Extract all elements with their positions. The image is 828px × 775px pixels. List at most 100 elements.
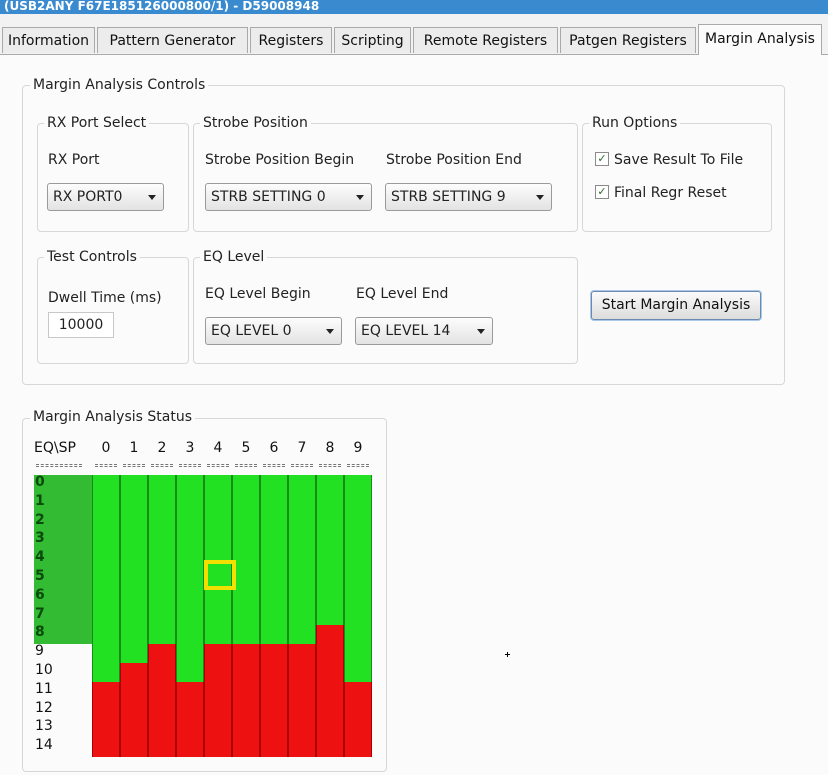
strobe-position-title: Strobe Position: [200, 115, 311, 131]
header-underline: [347, 464, 369, 467]
fail-region[interactable]: [92, 681, 120, 757]
header-underline: [36, 464, 82, 467]
fail-region[interactable]: [176, 681, 204, 757]
sp-column-header: 2: [157, 440, 167, 456]
tab-margin-analysis[interactable]: Margin Analysis: [698, 24, 822, 55]
tab-registers[interactable]: Registers: [250, 27, 332, 53]
controls-group-title: Margin Analysis Controls: [30, 77, 209, 93]
eq-row-label: 2: [35, 511, 45, 528]
rx-port-select-group: [37, 123, 189, 232]
pass-region[interactable]: [288, 475, 316, 645]
pass-region[interactable]: [92, 475, 120, 682]
final-regr-reset-checkbox[interactable]: ✓: [595, 185, 609, 199]
eq-row-label: 3: [35, 530, 45, 547]
run-options-group: [582, 123, 772, 232]
eq-row-label: 9: [35, 643, 44, 660]
tab-patgen-registers[interactable]: Patgen Registers: [560, 27, 696, 53]
rx-port-value: RX PORT0: [53, 189, 123, 205]
eq-row-label: 0: [35, 474, 45, 490]
eq-begin-dropdown[interactable]: EQ LEVEL 0: [205, 317, 342, 345]
fail-region[interactable]: [120, 663, 148, 757]
fail-region[interactable]: [148, 644, 176, 757]
eq-row-label: 6: [35, 586, 45, 603]
status-group-title: Margin Analysis Status: [30, 409, 196, 425]
header-underline: [235, 464, 257, 467]
chevron-down-icon: [477, 329, 485, 334]
start-margin-analysis-button[interactable]: Start Margin Analysis: [591, 291, 761, 320]
save-result-checkbox[interactable]: ✓: [595, 152, 609, 166]
strobe-end-value: STRB SETTING 9: [391, 189, 506, 205]
strobe-begin-value: STRB SETTING 0: [211, 189, 326, 205]
pass-region[interactable]: [316, 475, 344, 626]
cursor-crosshair-v: [507, 652, 508, 657]
sp-column-header: 6: [269, 440, 279, 456]
eq-end-label: EQ Level End: [356, 286, 449, 302]
chevron-down-icon: [536, 195, 544, 200]
strobe-end-label: Strobe Position End: [386, 152, 522, 168]
sp-column-header: 3: [185, 440, 195, 456]
dwell-time-input[interactable]: 10000: [48, 312, 114, 338]
header-underline: [263, 464, 285, 467]
selected-cell-marker[interactable]: [204, 559, 236, 590]
pass-region[interactable]: [232, 475, 260, 645]
test-controls-group: [37, 257, 189, 364]
header-underline: [319, 464, 341, 467]
fail-region[interactable]: [288, 644, 316, 757]
strobe-end-dropdown[interactable]: STRB SETTING 9: [385, 183, 552, 211]
sp-column-header: 1: [129, 440, 139, 456]
pass-region[interactable]: [260, 475, 288, 645]
header-underline: [207, 464, 229, 467]
eq-row-label: 14: [35, 737, 53, 754]
eq-row-label: 13: [35, 718, 53, 735]
header-underline: [95, 464, 117, 467]
pass-region[interactable]: [176, 475, 204, 682]
strobe-begin-label: Strobe Position Begin: [205, 152, 355, 168]
fail-region[interactable]: [316, 625, 344, 757]
eq-row-label: 10: [35, 662, 53, 678]
eq-level-group: [193, 257, 578, 364]
eq-row-label: 5: [35, 568, 45, 584]
eq-begin-value: EQ LEVEL 0: [211, 323, 292, 339]
pass-region[interactable]: [344, 475, 372, 682]
rx-port-select-title: RX Port Select: [44, 115, 150, 131]
sp-column-header: 7: [297, 440, 307, 456]
sp-column-header: 5: [241, 440, 251, 456]
final-regr-reset-label: Final Regr Reset: [614, 185, 727, 201]
chevron-down-icon: [148, 195, 156, 200]
grid-corner-label: EQ\SP: [34, 440, 76, 456]
header-underline: [151, 464, 173, 467]
pass-region[interactable]: [120, 475, 148, 663]
eq-begin-label: EQ Level Begin: [205, 286, 311, 302]
fail-region[interactable]: [260, 644, 288, 757]
eq-end-dropdown[interactable]: EQ LEVEL 14: [355, 317, 493, 345]
sp-column-header: 9: [353, 440, 363, 456]
tab-scripting[interactable]: Scripting: [334, 27, 411, 53]
header-underline: [291, 464, 313, 467]
dwell-time-label: Dwell Time (ms): [48, 290, 162, 306]
eq-row-label: 12: [35, 699, 53, 716]
eq-row-label: 4: [35, 549, 45, 566]
strobe-begin-dropdown[interactable]: STRB SETTING 0: [205, 183, 372, 211]
fail-region[interactable]: [344, 681, 372, 757]
tab-remote-registers[interactable]: Remote Registers: [413, 27, 558, 53]
sp-column-header: 0: [101, 440, 111, 456]
sp-column-header: 4: [213, 440, 223, 456]
save-result-label: Save Result To File: [614, 152, 744, 168]
fail-region[interactable]: [232, 644, 260, 757]
tab-pattern-generator[interactable]: Pattern Generator: [97, 27, 248, 53]
eq-end-value: EQ LEVEL 14: [361, 323, 451, 339]
strobe-position-group: [193, 123, 578, 232]
tab-information[interactable]: Information: [2, 27, 95, 53]
header-underline: [179, 464, 201, 467]
fail-region[interactable]: [204, 644, 232, 757]
test-controls-title: Test Controls: [44, 249, 140, 265]
pass-region[interactable]: [148, 475, 176, 645]
eq-row-label: 8: [35, 624, 45, 641]
sp-column-header: 8: [325, 440, 335, 456]
rx-port-dropdown[interactable]: RX PORT0: [47, 183, 164, 211]
eq-level-title: EQ Level: [200, 249, 268, 265]
chevron-down-icon: [326, 329, 334, 334]
eq-row-label: 11: [35, 680, 53, 697]
window-title: (USB2ANY F67E185126000800/1) - D59008948: [0, 0, 828, 14]
eq-row-label: 7: [35, 605, 45, 622]
